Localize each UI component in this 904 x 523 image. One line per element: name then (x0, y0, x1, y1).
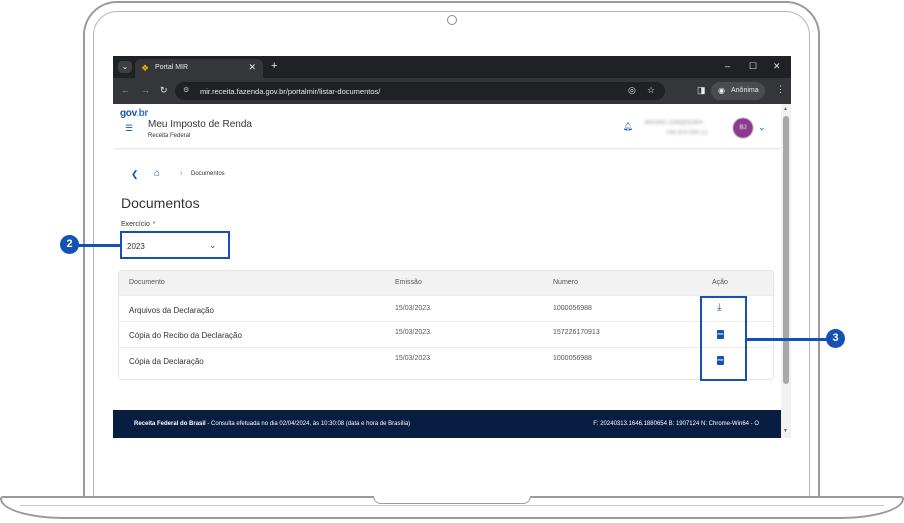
govbr-logo[interactable]: gov.br (120, 108, 148, 119)
back-arrow-icon[interactable]: ← (121, 85, 130, 95)
side-panel-icon[interactable]: ◨ (697, 85, 706, 96)
home-icon[interactable]: ⌂ (154, 168, 160, 179)
chevron-down-icon[interactable]: ⌄ (758, 122, 766, 133)
footer-consult-info: Receita Federal do Brasil - Consulta efe… (134, 421, 410, 427)
footer-build-info: F: 20240313.1646.1880654 B: 1907124 N: C… (593, 421, 759, 427)
tab-close-icon[interactable]: ✕ (248, 62, 256, 73)
col-documento: Documento (129, 279, 165, 286)
page-content: gov.br ☰ Meu Imposto de Renda Receita Fe… (113, 104, 781, 438)
col-numero: Numero (553, 279, 578, 286)
cell-numero: 1000056988 (553, 305, 592, 312)
cell-numero: 157226170913 (553, 329, 600, 336)
site-footer: Receita Federal do Brasil - Consulta efe… (113, 410, 781, 438)
browser-menu-icon[interactable]: ⋮ (776, 84, 785, 95)
favicon-icon: ❖ (141, 63, 150, 73)
camera-icon (447, 15, 457, 25)
url-text: mir.receita.fazenda.gov.br/portalmir/lis… (200, 87, 381, 96)
scrollbar-thumb[interactable] (783, 116, 789, 384)
close-window-icon[interactable]: ✕ (773, 61, 781, 72)
cell-emissao: 15/03/2023 (395, 329, 431, 336)
incognito-label: Anônima (731, 87, 759, 94)
cell-documento: Arquivos da Declaração (129, 306, 214, 315)
cell-documento: Cópia da Declaração (129, 357, 204, 366)
site-header: gov.br ☰ Meu Imposto de Renda Receita Fe… (113, 104, 781, 148)
back-chevron-icon[interactable]: ❮ (131, 169, 139, 180)
cell-emissao: 15/03/2023 (395, 355, 431, 362)
documents-table: Documento Emissão Numero Ação Arquivos d… (118, 270, 774, 380)
app-subtitle: Receita Federal (148, 133, 191, 139)
minimize-icon[interactable]: – (725, 61, 730, 71)
browser-tab[interactable]: ❖ Portal MIR ✕ (135, 59, 263, 78)
notification-bell-icon[interactable]: 🔔︎ (623, 122, 633, 131)
laptop-notch (373, 496, 531, 504)
col-emissao: Emissão (395, 279, 422, 286)
callout-line-2 (78, 244, 120, 247)
browser-tab-bar: ⌄ ❖ Portal MIR ✕ + – ☐ ✕ (113, 56, 791, 78)
scroll-up-icon[interactable]: ▲ (783, 106, 788, 112)
page-scrollbar[interactable]: ▲ ▼ (781, 104, 791, 438)
url-input[interactable]: ⚙ mir.receita.fazenda.gov.br/portalmir/l… (175, 82, 665, 100)
callout-box-actions (700, 296, 747, 381)
cell-documento: Cópia do Recibo da Declaração (129, 331, 242, 340)
callout-badge-2: 2 (60, 235, 79, 254)
cell-numero: 1000056988 (553, 355, 592, 362)
site-settings-icon[interactable]: ⚙ (183, 86, 189, 94)
table-header: Documento Emissão Numero Ação (119, 271, 773, 295)
table-row: Arquivos da Declaração 15/03/2023 100005… (119, 295, 773, 321)
user-name: BRUNO JUNQUEIRA (645, 120, 704, 126)
tracking-eye-off-icon[interactable]: ◎ (628, 85, 636, 96)
footer-org: Receita Federal do Brasil (134, 421, 206, 427)
reload-icon[interactable]: ↻ (160, 85, 168, 96)
incognito-indicator[interactable]: ◉ Anônima (711, 82, 765, 100)
table-row: Cópia da Declaração 15/03/2023 100005698… (119, 347, 773, 373)
new-tab-button[interactable]: + (271, 60, 277, 72)
breadcrumb-separator-icon: › (180, 170, 183, 177)
breadcrumb-current: Documentos (191, 171, 225, 177)
page-title: Documentos (121, 195, 200, 211)
required-mark: * (152, 221, 156, 228)
laptop-base-divider (20, 505, 884, 506)
address-bar-row: ← → ↻ ⚙ mir.receita.fazenda.gov.br/porta… (113, 78, 791, 104)
callout-box-select (120, 231, 230, 259)
maximize-icon[interactable]: ☐ (749, 61, 757, 72)
cell-emissao: 15/03/2023 (395, 305, 431, 312)
table-row: Cópia do Recibo da Declaração 15/03/2023… (119, 321, 773, 347)
laptop-illustration: ⌄ ❖ Portal MIR ✕ + – ☐ ✕ ← → ↻ ⚙ mir.rec… (0, 0, 904, 523)
col-acao: Ação (712, 279, 728, 286)
footer-consult-text: - Consulta efetuada no dia 02/04/2024, à… (205, 421, 411, 427)
scroll-down-icon[interactable]: ▼ (783, 428, 788, 434)
app-title: Meu Imposto de Renda (148, 119, 252, 130)
exercicio-label: Exercício * (121, 221, 156, 228)
incognito-icon: ◉ (718, 86, 725, 95)
user-cpf: 048.804.980-22 (666, 130, 709, 136)
callout-line-3 (747, 338, 827, 341)
forward-arrow-icon[interactable]: → (141, 85, 150, 95)
bookmark-star-icon[interactable]: ☆ (647, 85, 655, 96)
avatar[interactable]: BJ (733, 118, 753, 138)
callout-badge-3: 3 (826, 329, 845, 348)
tab-title: Portal MIR (155, 64, 189, 71)
menu-hamburger-icon[interactable]: ☰ (125, 123, 133, 134)
tab-search-button[interactable]: ⌄ (118, 61, 132, 73)
